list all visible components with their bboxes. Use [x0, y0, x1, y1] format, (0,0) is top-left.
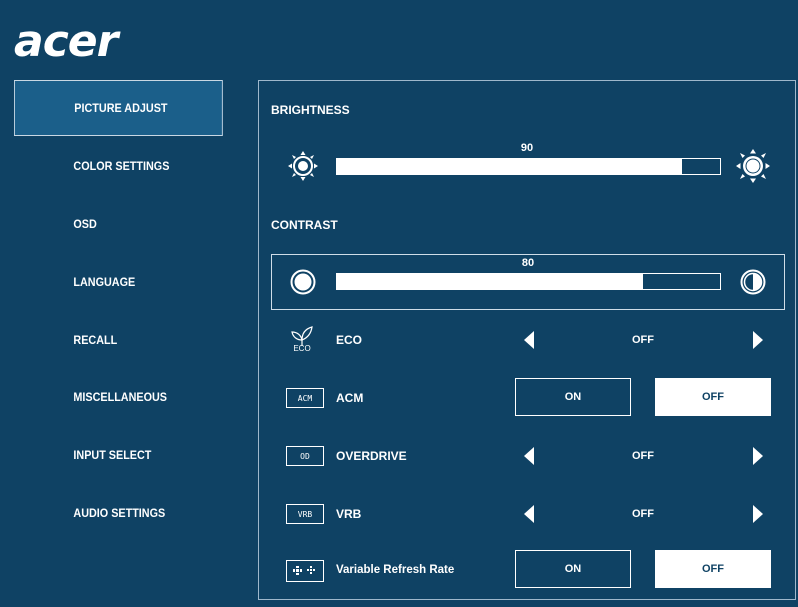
overdrive-prev-arrow[interactable] [524, 447, 534, 465]
vrr-on-button[interactable]: ON [515, 550, 631, 588]
eco-label: ECO [336, 333, 363, 347]
menu-item-miscellaneous[interactable]: MISCELLANEOUS [14, 369, 223, 425]
menu-item-recall[interactable]: RECALL [14, 312, 223, 368]
contrast-row-selected[interactable]: 80 [271, 254, 785, 310]
vrb-icon: VRB [286, 504, 324, 524]
menu-item-osd[interactable]: OSD [14, 196, 223, 252]
vrb-next-arrow[interactable] [753, 505, 763, 523]
contrast-slider-fill [337, 274, 644, 289]
menu-item-input-select[interactable]: INPUT SELECT [14, 427, 223, 483]
eco-icon-caption: ECO [293, 344, 311, 353]
contrast-low-icon [290, 269, 316, 295]
brightness-label: BRIGHTNESS [271, 103, 350, 117]
overdrive-value: OFF [632, 450, 654, 462]
vrr-off-button[interactable]: OFF [655, 550, 771, 588]
brightness-value: 90 [520, 142, 534, 154]
overdrive-next-arrow[interactable] [753, 447, 763, 465]
acm-label: ACM [336, 391, 364, 405]
menu-item-language[interactable]: LANGUAGE [14, 254, 223, 310]
acm-off-button[interactable]: OFF [655, 378, 771, 416]
eco-value: OFF [632, 334, 654, 346]
brightness-slider-fill [337, 159, 682, 174]
contrast-label: CONTRAST [271, 218, 338, 232]
brightness-low-icon [288, 151, 318, 181]
picture-adjust-panel: BRIGHTNESS 90 CONTRAST 80 ECO ECO OFF AC… [258, 80, 796, 600]
acm-icon: ACM [286, 388, 324, 408]
overdrive-label: OVERDRIVE [336, 449, 407, 463]
menu-item-picture-adjust[interactable]: PICTURE ADJUST [14, 80, 223, 136]
variable-refresh-rate-icon [286, 560, 324, 582]
menu-item-audio-settings[interactable]: AUDIO SETTINGS [14, 485, 223, 541]
acm-on-button[interactable]: ON [515, 378, 631, 416]
vrb-value: OFF [632, 508, 654, 520]
vrb-prev-arrow[interactable] [524, 505, 534, 523]
contrast-high-icon [740, 269, 766, 295]
acer-logo: acer [14, 16, 118, 67]
contrast-slider[interactable] [336, 273, 721, 290]
brightness-high-icon [736, 149, 770, 183]
eco-next-arrow[interactable] [753, 331, 763, 349]
eco-prev-arrow[interactable] [524, 331, 534, 349]
overdrive-icon: OD [286, 446, 324, 466]
variable-refresh-rate-label: Variable Refresh Rate [336, 564, 455, 576]
contrast-value: 80 [521, 257, 535, 269]
vrb-label: VRB [336, 507, 362, 521]
main-menu-sidebar: PICTURE ADJUST COLOR SETTINGS OSD LANGUA… [14, 80, 246, 600]
monitor-osd-menu: acer PICTURE ADJUST COLOR SETTINGS OSD L… [0, 0, 798, 607]
menu-item-color-settings[interactable]: COLOR SETTINGS [14, 138, 223, 194]
brightness-slider[interactable] [336, 158, 721, 175]
